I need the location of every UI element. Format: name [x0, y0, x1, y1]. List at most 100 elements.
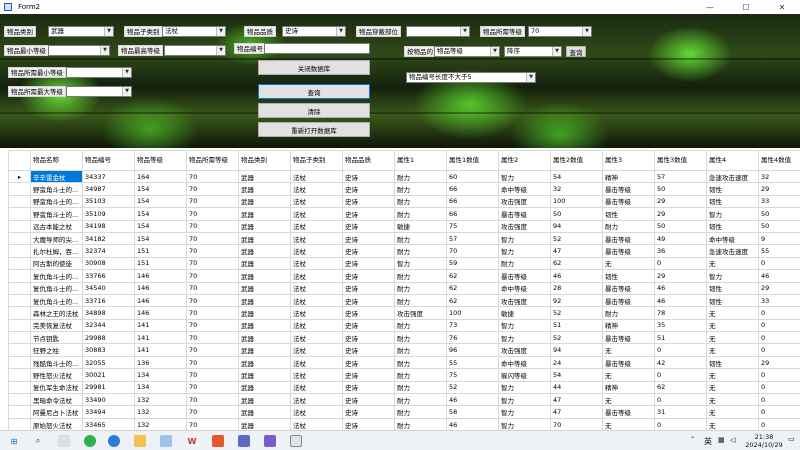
table-cell[interactable]: 狂野之柱	[30, 343, 83, 357]
table-cell[interactable]: 史诗	[342, 194, 395, 209]
row-header[interactable]: ▸	[8, 169, 31, 184]
table-cell[interactable]: 30908	[82, 256, 135, 271]
table-cell[interactable]: 武器	[238, 219, 291, 233]
table-cell[interactable]: 法杖	[290, 393, 343, 407]
table-cell[interactable]: 耐力	[394, 182, 447, 196]
table-cell[interactable]: 史诗	[342, 293, 395, 308]
table-cell[interactable]: 史诗	[342, 244, 395, 258]
table-cell[interactable]: 命中等级	[706, 231, 759, 246]
slot-combo[interactable]: ▼	[406, 26, 470, 37]
table-cell[interactable]: 法杖	[290, 405, 343, 419]
table-cell[interactable]: 59	[446, 256, 499, 271]
table-cell[interactable]: 智力	[498, 231, 551, 246]
edge-icon[interactable]	[108, 435, 120, 447]
category-combo[interactable]: 武器 ▼	[48, 26, 114, 37]
table-cell[interactable]: 141	[134, 331, 187, 345]
table-cell[interactable]: 武器	[238, 281, 291, 295]
table-cell[interactable]: 无	[706, 393, 759, 407]
table-cell[interactable]: 33766	[82, 269, 135, 283]
table-cell[interactable]: 29	[758, 355, 800, 370]
table-cell[interactable]: 无	[706, 368, 759, 382]
table-cell[interactable]: 30883	[82, 343, 135, 357]
table-cell[interactable]: 暴击等级	[602, 405, 655, 419]
table-cell[interactable]: 智力	[706, 207, 759, 221]
table-cell[interactable]: 耐力	[394, 355, 447, 370]
table-cell[interactable]: 70	[186, 318, 239, 333]
row-header[interactable]	[8, 244, 31, 258]
table-cell[interactable]: 96	[446, 343, 499, 357]
table-cell[interactable]: 法杖	[290, 256, 343, 271]
table-cell[interactable]: 暴击等级	[602, 194, 655, 209]
table-cell[interactable]: 70	[186, 194, 239, 209]
table-cell[interactable]: 史诗	[342, 393, 395, 407]
table-cell[interactable]: 146	[134, 281, 187, 295]
table-cell[interactable]: 武器	[238, 417, 291, 430]
table-cell[interactable]: 复仇军生命法杖	[30, 380, 83, 395]
table-cell[interactable]: 66	[446, 207, 499, 221]
row-header[interactable]	[8, 182, 31, 196]
table-cell[interactable]: 法杖	[290, 207, 343, 221]
sort-field-combo[interactable]: 物品等级 ▼	[434, 46, 500, 57]
grid-corner-header[interactable]	[8, 150, 31, 171]
table-cell[interactable]: 武器	[238, 318, 291, 333]
table-cell[interactable]: 无	[602, 343, 655, 357]
table-cell[interactable]: 武器	[238, 194, 291, 209]
table-cell[interactable]: 0	[758, 380, 800, 395]
table-cell[interactable]: 34987	[82, 182, 135, 196]
table-cell[interactable]: 51	[550, 318, 603, 333]
table-cell[interactable]: 30021	[82, 368, 135, 382]
column-header[interactable]: 属性2	[498, 150, 551, 171]
table-cell[interactable]: 100	[446, 306, 499, 320]
table-cell[interactable]: 森林之王的法杖	[30, 306, 83, 320]
table-cell[interactable]: 50	[654, 182, 707, 196]
table-cell[interactable]: 法杖	[290, 343, 343, 357]
table-cell[interactable]: 野蛮角斗士的...	[30, 182, 83, 196]
table-cell[interactable]: 史诗	[342, 331, 395, 345]
table-cell[interactable]: 武器	[238, 306, 291, 320]
table-cell[interactable]: 33	[758, 194, 800, 209]
app-orange-icon[interactable]	[212, 435, 224, 447]
table-cell[interactable]: 49	[654, 231, 707, 246]
table-cell[interactable]: 62	[446, 281, 499, 295]
table-cell[interactable]: 0	[654, 368, 707, 382]
column-header[interactable]: 属性1	[394, 150, 447, 171]
table-cell[interactable]: 132	[134, 405, 187, 419]
table-cell[interactable]: 46	[654, 281, 707, 295]
table-cell[interactable]: 151	[134, 256, 187, 271]
table-cell[interactable]: 武器	[238, 355, 291, 370]
table-cell[interactable]: 75	[446, 219, 499, 233]
table-cell[interactable]: 耐力	[394, 244, 447, 258]
table-cell[interactable]: 耐力	[394, 393, 447, 407]
table-cell[interactable]: 耐力	[394, 231, 447, 246]
table-cell[interactable]: 34540	[82, 281, 135, 295]
clock[interactable]: 21:38 2024/10/29	[744, 433, 784, 449]
table-cell[interactable]: 52	[550, 331, 603, 345]
table-cell[interactable]: 35109	[82, 207, 135, 221]
table-cell[interactable]: 33490	[82, 393, 135, 407]
table-cell[interactable]: 70	[186, 380, 239, 395]
table-cell[interactable]: 史诗	[342, 231, 395, 246]
table-cell[interactable]: 75	[446, 368, 499, 382]
table-cell[interactable]: 46	[654, 293, 707, 308]
table-cell[interactable]: 暴击等级	[602, 355, 655, 370]
table-cell[interactable]: 耐力	[394, 343, 447, 357]
table-cell[interactable]: 70	[186, 281, 239, 295]
table-cell[interactable]: 法杖	[290, 306, 343, 320]
table-cell[interactable]: 33	[758, 293, 800, 308]
table-cell[interactable]: 法杖	[290, 417, 343, 430]
table-cell[interactable]: 无	[602, 256, 655, 271]
table-cell[interactable]: 0	[758, 405, 800, 419]
table-cell[interactable]: 武器	[238, 244, 291, 258]
table-cell[interactable]: 暴击等级	[498, 207, 551, 221]
table-cell[interactable]: 50	[758, 207, 800, 221]
table-cell[interactable]: 精神	[602, 169, 655, 184]
table-cell[interactable]: 50	[758, 219, 800, 233]
table-cell[interactable]: 史诗	[342, 207, 395, 221]
table-cell[interactable]: 武器	[238, 380, 291, 395]
table-cell[interactable]: 34337	[82, 169, 135, 184]
table-cell[interactable]: 70	[186, 393, 239, 407]
table-cell[interactable]: 66	[446, 182, 499, 196]
form-window-icon[interactable]	[290, 435, 302, 447]
table-cell[interactable]: 命中等级	[498, 182, 551, 196]
table-row[interactable]: 阿曼尼占卜法杖 33494 132 70 武器 法杖 史诗 耐力 58 智力 47 暴击等级 31 无 0	[8, 405, 800, 419]
